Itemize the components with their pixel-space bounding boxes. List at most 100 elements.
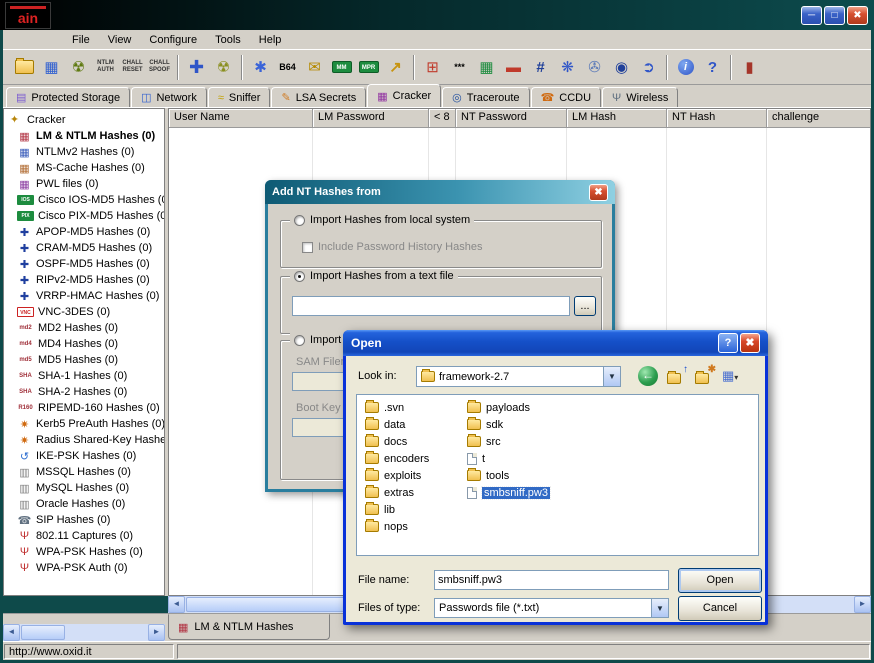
tree-item-cisco-ios[interactable]: IOSCisco IOS-MD5 Hashes (0)	[4, 192, 164, 208]
col-challenge[interactable]: challenge	[767, 109, 870, 128]
new-folder-button[interactable]: ✱	[694, 366, 716, 386]
col-nt-password[interactable]: NT Password	[456, 109, 567, 128]
col-lm-hash[interactable]: LM Hash	[567, 109, 667, 128]
tree-item-mssql[interactable]: ▥MSSQL Hashes (0)	[4, 464, 164, 480]
folder-item[interactable]: docs	[365, 433, 429, 450]
tree-item-vrrp[interactable]: ✚VRRP-HMAC Hashes (0)	[4, 288, 164, 304]
remote-desktop-icon[interactable]: ▦	[473, 54, 500, 81]
wireless-scanner-icon[interactable]: ◉	[608, 54, 635, 81]
tree-item-oracle[interactable]: ▥Oracle Hashes (0)	[4, 496, 164, 512]
tree-item-ripemd160[interactable]: R160RIPEMD-160 Hashes (0)	[4, 400, 164, 416]
tree-item-lm-ntlm[interactable]: ▦LM & NTLM Hashes (0)	[4, 128, 164, 144]
tree-item-cram[interactable]: ✚CRAM-MD5 Hashes (0)	[4, 240, 164, 256]
export-icon[interactable]: ➲	[635, 54, 662, 81]
col-user-name[interactable]: User Name	[169, 109, 313, 128]
tree-item-wpa-psk[interactable]: ΨWPA-PSK Hashes (0)	[4, 544, 164, 560]
ntlm-auth-icon[interactable]: NTLMAUTH	[92, 54, 119, 81]
folder-item[interactable]: extras	[365, 484, 429, 501]
tree-item-ike-psk[interactable]: ↺IKE-PSK Hashes (0)	[4, 448, 164, 464]
add-to-list-icon[interactable]: ✚	[183, 54, 210, 81]
folder-item[interactable]: .svn	[365, 399, 429, 416]
chevron-down-icon[interactable]: ▼	[603, 367, 620, 386]
tree-item-cisco-pix[interactable]: PIXCisco PIX-MD5 Hashes (0)	[4, 208, 164, 224]
hash-calculator-icon[interactable]: #	[527, 54, 554, 81]
col-nt-hash[interactable]: NT Hash	[667, 109, 767, 128]
apr-start-icon[interactable]: ☢	[210, 54, 237, 81]
text-file-path-input[interactable]	[292, 296, 570, 316]
col-lt8[interactable]: < 8	[429, 109, 456, 128]
modem-icon[interactable]: ▬	[500, 54, 527, 81]
tree-item-80211[interactable]: Ψ802.11 Captures (0)	[4, 528, 164, 544]
info-icon[interactable]: i	[672, 54, 699, 81]
menu-file[interactable]: File	[63, 32, 99, 48]
view-menu-button[interactable]: ▦▾	[722, 368, 738, 384]
files-of-type-select[interactable]: Passwords file (*.txt) ▼	[434, 598, 669, 618]
tree-item-pwl[interactable]: ▦PWL files (0)	[4, 176, 164, 192]
tree-item-kerb5[interactable]: ✷Kerb5 PreAuth Hashes (0)	[4, 416, 164, 432]
look-in-combobox[interactable]: framework-2.7 ▼	[416, 366, 621, 387]
tree-item-sip[interactable]: ☎SIP Hashes (0)	[4, 512, 164, 528]
tab-protected-storage[interactable]: ▤Protected Storage	[6, 87, 130, 107]
tree-item-ntlmv2[interactable]: ▦NTLMv2 Hashes (0)	[4, 144, 164, 160]
open-dialog-close-button[interactable]: ✖	[740, 333, 760, 353]
decoders-icon[interactable]: ✱	[247, 54, 274, 81]
checkbox-square[interactable]	[302, 242, 313, 253]
help-button[interactable]: ?	[718, 333, 738, 353]
tree-item-md2[interactable]: md2MD2 Hashes (0)	[4, 320, 164, 336]
folder-item[interactable]: payloads	[467, 399, 550, 416]
tree-item-ms-cache[interactable]: ▦MS-Cache Hashes (0)	[4, 160, 164, 176]
folder-item[interactable]: encoders	[365, 450, 429, 467]
cancel-button[interactable]: Cancel	[678, 596, 762, 621]
tree-h-scrollbar[interactable]: ◄ ►	[3, 624, 165, 641]
scroll-thumb[interactable]	[21, 625, 65, 640]
tab-wireless[interactable]: ΨWireless	[602, 87, 678, 107]
key-extract-icon[interactable]: ↗	[382, 54, 409, 81]
mm-decoder-icon[interactable]: MM	[328, 54, 355, 81]
open-folder-icon[interactable]	[11, 54, 38, 81]
tree-item-md4[interactable]: md4MD4 Hashes (0)	[4, 336, 164, 352]
check-password-history[interactable]: Include Password History Hashes	[298, 240, 486, 254]
tree-item-sha1[interactable]: SHASHA-1 Hashes (0)	[4, 368, 164, 384]
tab-sniffer[interactable]: ≈Sniffer	[208, 87, 271, 107]
mpr-decoder-icon[interactable]: MPR	[355, 54, 382, 81]
radio-import-text-file[interactable]: Import Hashes from a text file	[290, 269, 458, 283]
tree-root-cracker[interactable]: ✦Cracker	[4, 111, 164, 128]
file-item[interactable]: t	[467, 450, 550, 467]
cd-rom-icon[interactable]: ✇	[581, 54, 608, 81]
tab-network[interactable]: ◫Network	[131, 87, 207, 107]
base64-icon[interactable]: B64	[274, 54, 301, 81]
tree-item-vnc[interactable]: VNCVNC-3DES (0)	[4, 304, 164, 320]
close-button[interactable]: ✖	[847, 6, 868, 25]
scroll-left-arrow[interactable]: ◄	[168, 596, 185, 613]
help-icon[interactable]: ?	[699, 54, 726, 81]
folder-item[interactable]: lib	[365, 501, 429, 518]
folder-item[interactable]: nops	[365, 518, 429, 535]
open-button[interactable]: Open	[678, 568, 762, 593]
mail-password-icon[interactable]: ✉	[301, 54, 328, 81]
tree-item-mysql[interactable]: ▥MySQL Hashes (0)	[4, 480, 164, 496]
challenge-reset-icon[interactable]: CHALLRESET	[119, 54, 146, 81]
folder-item[interactable]: tools	[467, 467, 550, 484]
challenge-spoof-icon[interactable]: CHALLSPOOF	[146, 54, 173, 81]
tree-item-ripv2[interactable]: ✚RIPv2-MD5 Hashes (0)	[4, 272, 164, 288]
radio-circle[interactable]	[294, 335, 305, 346]
chevron-down-icon[interactable]: ▼	[651, 599, 668, 617]
tab-lsa-secrets[interactable]: ✎LSA Secrets	[271, 87, 366, 107]
tree-item-ospf[interactable]: ✚OSPF-MD5 Hashes (0)	[4, 256, 164, 272]
rsa-token-icon[interactable]: ❋	[554, 54, 581, 81]
tree-item-md5[interactable]: md5MD5 Hashes (0)	[4, 352, 164, 368]
bottom-tab-lm-ntlm[interactable]: ▦ LM & NTLM Hashes	[168, 614, 330, 640]
tab-traceroute[interactable]: ◎Traceroute	[442, 87, 529, 107]
folder-item[interactable]: exploits	[365, 467, 429, 484]
password-reveal-icon[interactable]: ***	[446, 54, 473, 81]
back-button[interactable]: ←	[638, 366, 658, 386]
radio-circle-selected[interactable]	[294, 271, 305, 282]
menu-tools[interactable]: Tools	[206, 32, 250, 48]
file-item-selected[interactable]: smbsniff.pw3	[467, 484, 550, 501]
maximize-button[interactable]: □	[824, 6, 845, 25]
browse-button[interactable]: ...	[574, 296, 596, 316]
tree-item-sha2[interactable]: SHASHA-2 Hashes (0)	[4, 384, 164, 400]
minimize-button[interactable]: ─	[801, 6, 822, 25]
tab-cracker[interactable]: ▦Cracker	[367, 84, 441, 107]
up-one-level-button[interactable]: ↑	[666, 366, 688, 386]
